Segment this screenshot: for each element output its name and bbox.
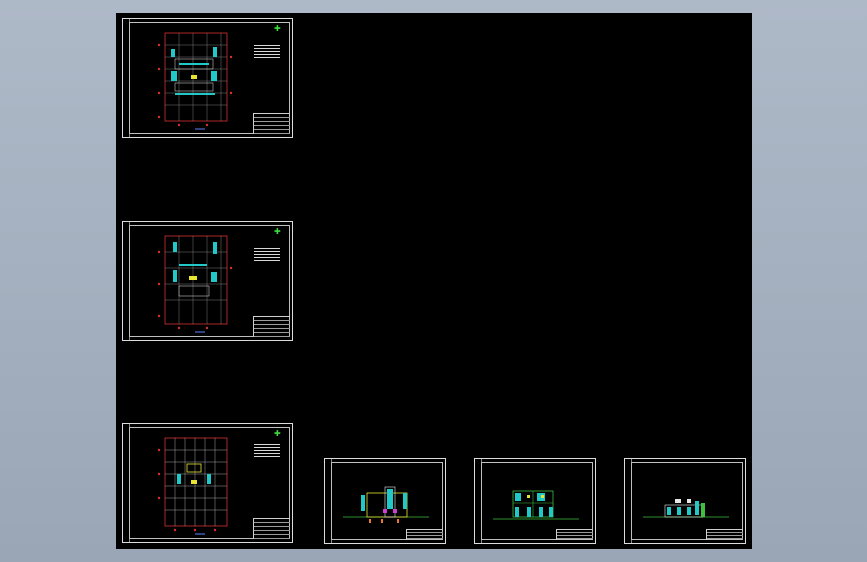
title-block (253, 113, 290, 134)
drawing-sheet-plan-1[interactable]: ✚ (122, 18, 293, 138)
title-block (406, 529, 443, 540)
facade-elements (361, 489, 407, 511)
room-partitions (178, 285, 210, 297)
stair-core (189, 276, 197, 280)
stair-core (186, 463, 202, 473)
wall-blocks (171, 47, 217, 95)
drawing-sheet-plan-2[interactable]: ✚ (122, 221, 293, 341)
drawing-sheet-elevation-3[interactable] (624, 458, 746, 544)
north-arrow-icon: ✚ (274, 24, 281, 33)
general-notes (254, 45, 280, 59)
level-markers (369, 519, 399, 523)
model-space[interactable]: ✚ ✚ ✚ (116, 13, 752, 549)
drawing-sheet-elevation-1[interactable] (324, 458, 446, 544)
general-notes (254, 248, 280, 262)
title-block (253, 316, 290, 337)
window-accents (527, 495, 544, 498)
stair-core (191, 75, 197, 79)
north-arrow-icon: ✚ (274, 227, 281, 236)
drawing-sheet-elevation-2[interactable] (474, 458, 596, 544)
axis-markers (157, 448, 217, 532)
facade-elements (667, 501, 699, 515)
roof-elements (675, 499, 691, 503)
facade-elements (515, 493, 553, 517)
core-fill (191, 480, 197, 484)
title-block (253, 518, 290, 539)
end-wall (701, 503, 705, 517)
title-block (706, 529, 743, 540)
general-notes (254, 444, 280, 458)
drawing-sheet-plan-3[interactable]: ✚ (122, 423, 293, 543)
title-block (556, 529, 593, 540)
north-arrow-icon: ✚ (274, 429, 281, 438)
entry-markers (383, 509, 397, 513)
